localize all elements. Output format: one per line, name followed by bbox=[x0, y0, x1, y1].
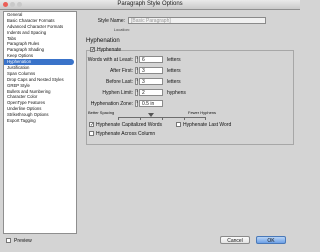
words-at-least-unit: letters bbox=[167, 57, 181, 63]
slider-tick bbox=[140, 118, 141, 120]
hyphenation-zone-stepper[interactable]: ⇕ bbox=[135, 100, 139, 107]
preview-label: Preview bbox=[14, 238, 32, 244]
slider-tick bbox=[162, 118, 163, 120]
hyphenate-last-word-label: Hyphenate Last Word bbox=[183, 122, 232, 128]
before-last-field[interactable]: 3 bbox=[139, 78, 163, 85]
hyphenate-across-column-label: Hyphenate Across Column bbox=[96, 131, 156, 137]
after-first-label: After First: bbox=[109, 68, 133, 74]
words-at-least-stepper[interactable]: ⇕ bbox=[135, 56, 139, 63]
hyphenate-last-word-checkbox[interactable] bbox=[176, 122, 181, 127]
words-at-least-field[interactable]: 6 bbox=[139, 56, 163, 63]
category-list[interactable]: General Basic Character Formats Advanced… bbox=[3, 11, 77, 234]
better-spacing-label: Better Spacing bbox=[88, 110, 115, 115]
title-bar: Paragraph Style Options bbox=[0, 0, 300, 10]
section-title: Hyphenation bbox=[86, 38, 120, 44]
before-last-stepper[interactable]: ⇕ bbox=[135, 78, 139, 85]
hyphen-limit-field[interactable]: 2 bbox=[139, 89, 163, 96]
preview-checkbox[interactable] bbox=[6, 238, 11, 243]
style-name-label: Style Name: bbox=[97, 18, 125, 24]
cancel-button[interactable]: Cancel bbox=[220, 236, 250, 244]
hyphenate-capitalized-label: Hyphenate Capitalized Words bbox=[96, 122, 163, 128]
hyphenate-label: Hyphenate bbox=[97, 47, 122, 53]
style-name-field[interactable]: [Basic Paragraph] bbox=[128, 17, 266, 24]
hyphenation-zone-label: Hyphenation Zone: bbox=[90, 101, 133, 107]
slider-tick bbox=[205, 118, 206, 120]
after-first-unit: letters bbox=[167, 68, 181, 74]
hyphen-limit-unit: hyphens bbox=[167, 90, 186, 96]
location-label: Location: bbox=[113, 27, 130, 32]
hyphen-limit-label: Hyphen Limit: bbox=[102, 90, 133, 96]
hyphenation-zone-field[interactable]: 0.5 in bbox=[139, 100, 163, 107]
fewer-hyphens-label: Fewer Hyphens bbox=[188, 110, 217, 115]
after-first-field[interactable]: 3 bbox=[139, 67, 163, 74]
sidebar-item-export-tagging[interactable]: Export Tagging bbox=[4, 118, 76, 124]
after-first-stepper[interactable]: ⇕ bbox=[135, 67, 139, 74]
before-last-unit: letters bbox=[167, 79, 181, 85]
hyphenate-checkbox[interactable]: ✓ bbox=[90, 47, 95, 53]
hyphenate-capitalized-checkbox[interactable]: ✓ bbox=[89, 122, 94, 128]
words-at-least-label: Words with at Least: bbox=[87, 57, 133, 63]
before-last-label: Before Last: bbox=[106, 79, 133, 85]
hyphen-limit-stepper[interactable]: ⇕ bbox=[135, 89, 139, 96]
hyphenate-across-column-checkbox[interactable] bbox=[89, 131, 94, 136]
slider-tick bbox=[184, 118, 185, 120]
slider-tick bbox=[118, 118, 119, 120]
window-title: Paragraph Style Options bbox=[117, 1, 183, 7]
ok-button[interactable]: OK bbox=[256, 236, 286, 244]
